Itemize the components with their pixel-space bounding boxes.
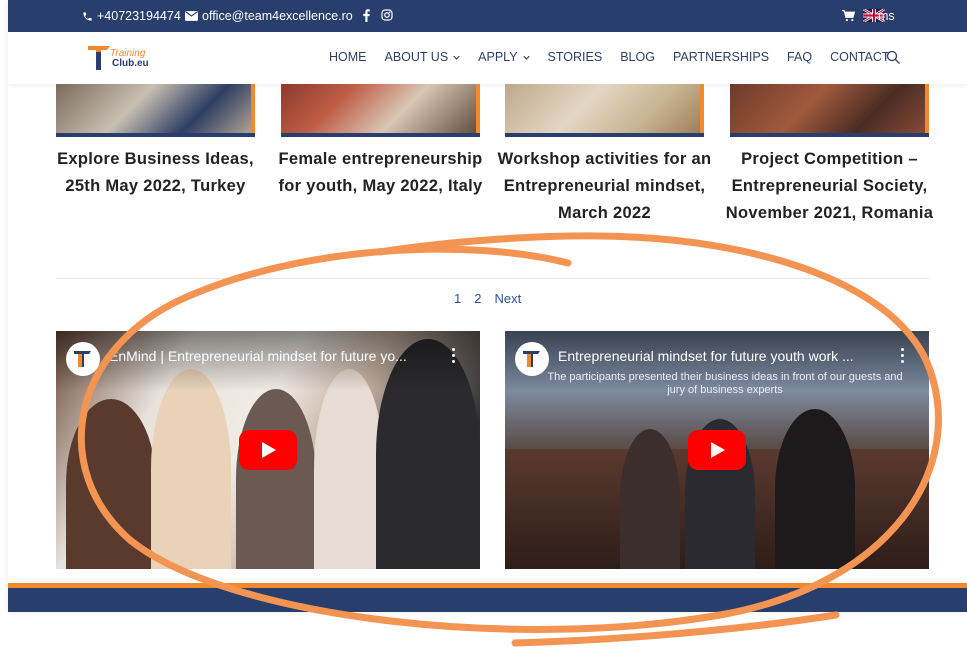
search-icon[interactable] (886, 50, 901, 65)
cart-icon[interactable] (842, 10, 855, 22)
pagination: 1 2 Next (454, 291, 521, 306)
phone-icon (83, 11, 92, 21)
nav-item-about-us[interactable]: ABOUT US (385, 50, 461, 64)
video-scene (236, 389, 316, 569)
facebook-link[interactable] (363, 9, 370, 22)
envelope-icon (185, 11, 198, 21)
nav-label: STORIES (547, 50, 603, 64)
nav-label: CONTACT (830, 50, 890, 64)
video-caption: The participants presented their busines… (547, 371, 903, 396)
video-scene (775, 409, 855, 569)
next-page-link[interactable]: Next (494, 291, 521, 306)
nav-menu: HOME ABOUT US APPLY STORIES BLOG PARTNER… (329, 50, 890, 64)
nav-label: APPLY (478, 50, 518, 64)
nav-label: PARTNERSHIPS (672, 50, 770, 64)
youtube-video-embed-1[interactable]: EnMind | Entrepreneurial mindset for fut… (56, 331, 480, 569)
language-label[interactable]: ms (878, 9, 895, 23)
main-navigation: Training Club.eu HOME ABOUT US APPLY STO… (8, 32, 967, 84)
channel-avatar[interactable] (515, 342, 549, 376)
phone-contact[interactable]: +40723194474 (82, 9, 181, 23)
nav-item-partnerships[interactable]: PARTNERSHIPS (673, 50, 769, 64)
more-options-icon[interactable] (901, 348, 905, 366)
email-address: office@team4excellence.ro (202, 9, 353, 23)
post-title-link[interactable]: Project Competition – Entrepreneurial So… (722, 146, 937, 227)
post-title-link[interactable]: Workshop activities for an Entrepreneuri… (497, 146, 712, 227)
email-contact[interactable]: office@team4excellence.ro (185, 9, 353, 23)
footer-bar (8, 588, 967, 612)
play-button[interactable] (688, 430, 746, 470)
nav-label: ABOUT US (384, 50, 449, 64)
post-title-link[interactable]: Female entrepreneurship for youth, May 2… (273, 146, 488, 200)
site-logo[interactable]: Training Club.eu (86, 42, 156, 74)
nav-item-apply[interactable]: APPLY (478, 50, 530, 64)
video-title[interactable]: EnMind | Entrepreneurial mindset for fut… (109, 348, 439, 364)
browser-page: +40723194474 office@team4excellence.ro m… (8, 0, 967, 612)
chevron-down-icon (453, 55, 460, 60)
nav-item-home[interactable]: HOME (329, 50, 367, 64)
post-thumbnail[interactable] (281, 84, 480, 137)
page-1-link[interactable]: 1 (454, 291, 461, 306)
chevron-down-icon (522, 55, 530, 60)
video-scene (314, 369, 384, 569)
logo-text-club: Club.eu (112, 58, 149, 69)
play-button[interactable] (239, 430, 297, 470)
nav-item-blog[interactable]: BLOG (620, 50, 655, 64)
instagram-link[interactable] (381, 9, 393, 21)
facebook-icon (363, 9, 370, 22)
nav-item-stories[interactable]: STORIES (548, 50, 603, 64)
nav-item-contact[interactable]: CONTACT (830, 50, 890, 64)
video-title[interactable]: Entrepreneurial mindset for future youth… (558, 348, 888, 364)
post-thumbnail[interactable] (505, 84, 704, 137)
post-thumbnail[interactable] (730, 84, 929, 137)
post-title-link[interactable]: Explore Business Ideas, 25th May 2022, T… (48, 146, 263, 200)
video-scene (620, 429, 680, 569)
instagram-icon (381, 9, 393, 21)
video-scene (151, 369, 231, 569)
top-contact-bar: +40723194474 office@team4excellence.ro m… (8, 0, 967, 32)
nav-label: HOME (329, 50, 367, 64)
nav-label: BLOG (620, 50, 655, 64)
post-thumbnail[interactable] (56, 84, 255, 137)
nav-item-faq[interactable]: FAQ (787, 50, 812, 64)
phone-number: +40723194474 (97, 9, 181, 23)
channel-avatar[interactable] (66, 342, 100, 376)
youtube-video-embed-2[interactable]: Entrepreneurial mindset for future youth… (505, 331, 929, 569)
more-options-icon[interactable] (452, 348, 456, 366)
logo-mark-icon (523, 351, 540, 367)
section-divider (56, 278, 929, 279)
annotation-tail (511, 611, 840, 647)
page-2-link[interactable]: 2 (474, 291, 481, 306)
logo-mark-icon (74, 351, 91, 367)
video-scene (66, 399, 156, 569)
nav-label: FAQ (787, 50, 813, 64)
